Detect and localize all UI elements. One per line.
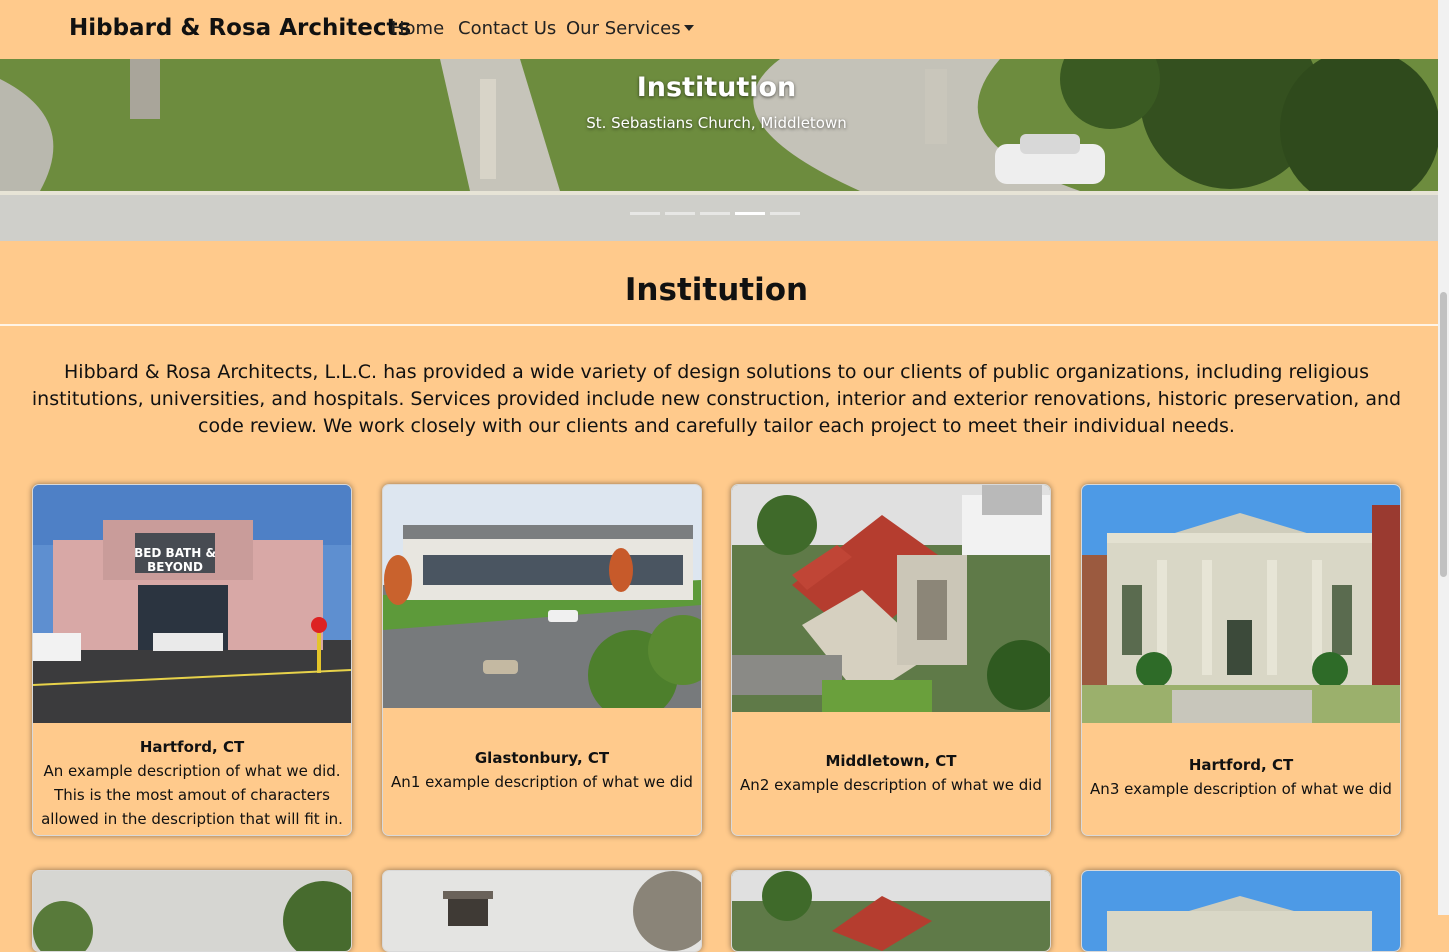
project-card[interactable]: Glastonbury, CT An1 example description … [382,484,702,836]
svg-text:BED BATH &: BED BATH & [134,546,216,560]
project-card[interactable] [382,870,702,952]
carousel-indicator[interactable] [665,212,695,215]
project-image: BED BATH & BEYOND [33,485,351,723]
card-body: Hartford, CT An3 example description of … [1082,723,1400,801]
project-card[interactable] [1081,870,1401,952]
project-card[interactable]: Hartford, CT An3 example description of … [1081,484,1401,836]
scrollbar-thumb[interactable] [1440,292,1447,577]
hero-carousel[interactable]: Institution St. Sebastians Church, Middl… [0,59,1438,241]
card-text: An1 example description of what we did [391,773,693,791]
card-text: An2 example description of what we did [740,776,1042,794]
carousel-indicator-active[interactable] [735,212,765,215]
card-title: Hartford, CT [1188,756,1294,774]
card-text: An3 example description of what we did [1090,780,1392,798]
caret-down-icon [683,25,694,31]
card-body: Glastonbury, CT An1 example description … [383,708,701,794]
project-image [1082,871,1400,951]
project-card[interactable] [32,870,352,952]
card-text: An example description of what we did. T… [41,762,343,828]
brand-link[interactable]: Hibbard & Rosa Architects [69,15,411,41]
project-image [383,485,701,708]
card-title: Glastonbury, CT [474,749,610,767]
carousel-indicator[interactable] [700,212,730,215]
card-body: Middletown, CT An2 example description o… [732,712,1050,797]
hero-title: Institution [636,72,797,103]
project-image [33,871,351,951]
carousel-indicators [630,212,800,215]
project-card[interactable]: Middletown, CT An2 example description o… [731,484,1051,836]
project-image [732,485,1050,712]
intro-paragraph: Hibbard & Rosa Architects, L.L.C. has pr… [31,361,1402,437]
page-scrollbar[interactable] [1438,0,1449,915]
project-image [1082,485,1400,723]
nav-contact-link[interactable]: Contact Us [458,18,556,39]
project-image [383,871,701,951]
card-body: Hartford, CT An example description of w… [33,723,351,831]
svg-text:BEYOND: BEYOND [147,560,203,574]
divider [0,324,1438,326]
nav-services-label: Our Services [566,18,681,39]
navbar: Hibbard & Rosa Architects Home Contact U… [0,0,1438,59]
project-card[interactable]: BED BATH & BEYOND Hartford, CT An exampl… [32,484,352,836]
carousel-indicator[interactable] [770,212,800,215]
project-card[interactable] [731,870,1051,952]
hero-caption: St. Sebastians Church, Middletown [586,114,847,132]
card-title: Middletown, CT [825,752,957,770]
carousel-indicator[interactable] [630,212,660,215]
nav-services-dropdown[interactable]: Our Services [566,18,694,39]
project-image [732,871,1050,951]
card-title: Hartford, CT [139,738,245,756]
nav-home-link[interactable]: Home [391,18,444,39]
section-title: Institution [624,272,809,308]
